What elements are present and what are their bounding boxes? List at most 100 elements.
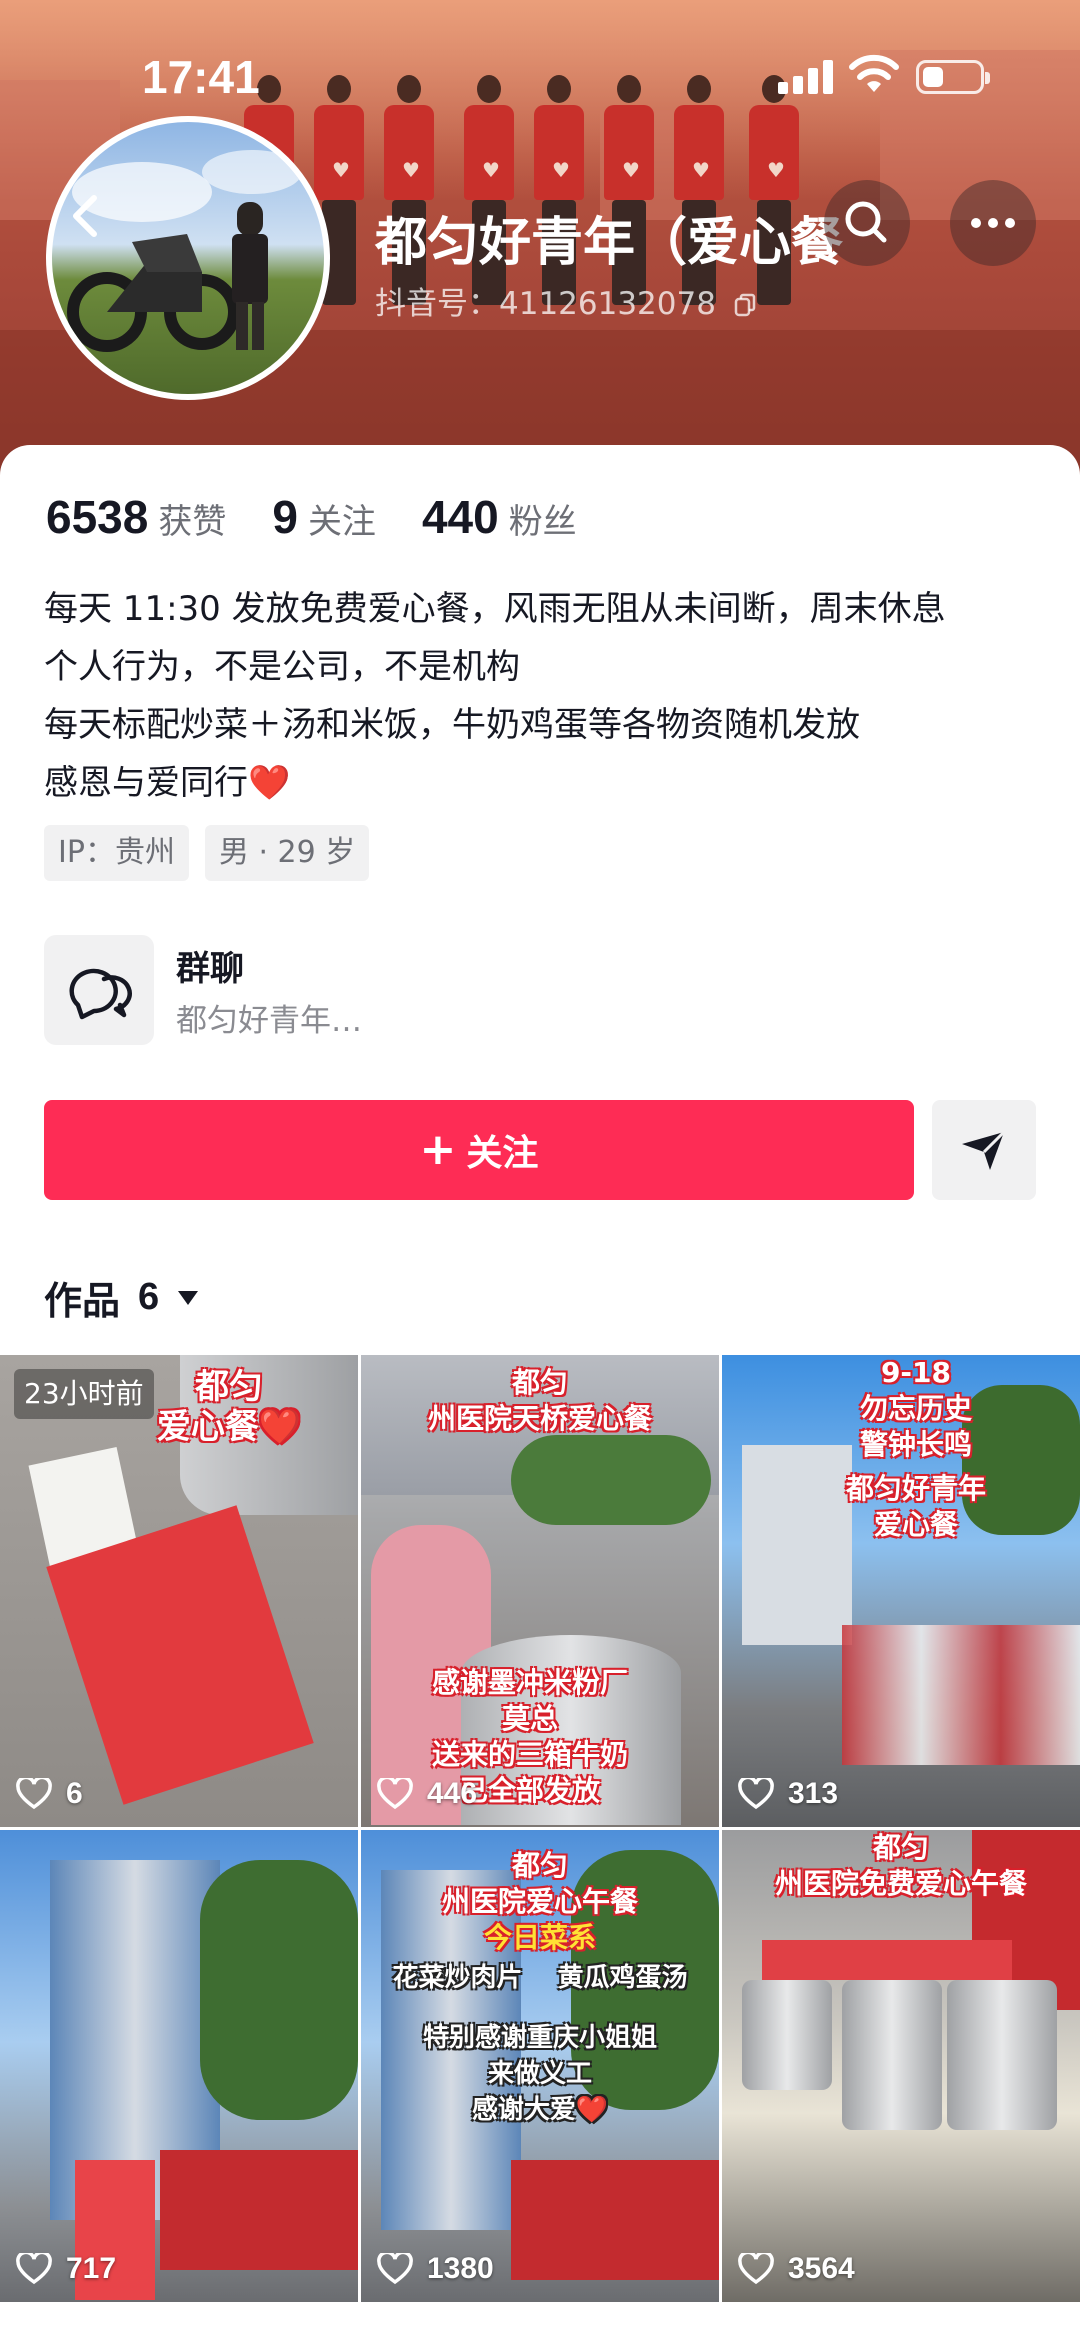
thumb-red-tricycle	[160, 2150, 358, 2270]
follow-button[interactable]: + 关注	[44, 1100, 914, 1200]
video-caption: 都匀 州医院免费爱心午餐	[722, 1830, 1080, 1902]
copy-icon[interactable]	[734, 293, 756, 317]
heart-outline-icon	[377, 2253, 413, 2285]
video-caption-line: 都匀	[511, 1366, 568, 1399]
menu-items: 花菜炒肉片 黄瓜鸡蛋汤	[361, 1960, 719, 1996]
group-chat-title: 群聊	[176, 949, 244, 989]
status-time: 17:41	[142, 51, 260, 103]
profile-bio: 每天 11:30 发放免费爱心餐，风雨无阻从未间断，周末休息 个人行为，不是公司…	[44, 580, 1044, 812]
video-caption-line: 警钟长鸣	[859, 1428, 972, 1461]
video-caption-line: 州医院天桥爱心餐	[427, 1402, 652, 1435]
search-button[interactable]	[824, 180, 910, 266]
video-thumbnail[interactable]: 23小时前 都匀 爱心餐❤️ 6	[0, 1355, 358, 1827]
caret-down-icon	[178, 1290, 199, 1305]
video-likes-count: 313	[788, 1777, 839, 1810]
video-likes-count: 446	[427, 1777, 478, 1810]
video-caption-line: 勿忘历史	[859, 1392, 972, 1425]
heart-outline-icon	[377, 1778, 413, 1810]
search-icon	[845, 201, 887, 243]
heart-outline-icon	[738, 1778, 774, 1810]
video-caption-line: 莫总	[501, 1702, 558, 1735]
video-caption: 9-18 勿忘历史 警钟长鸣 都匀好青年 爱心餐	[737, 1355, 1080, 1543]
video-caption-line: 感谢墨冲米粉厂	[431, 1666, 628, 1699]
profile-name: 都匀好青年（爱心餐	[375, 213, 844, 273]
thumb-crowd	[842, 1625, 1080, 1765]
video-thumbnail[interactable]: 都匀 州医院天桥爱心餐 感谢墨冲米粉厂 莫总 送来的三箱牛奶 已全部发放 446	[361, 1355, 719, 1827]
back-arrow-icon[interactable]	[50, 180, 122, 252]
likes-label: 获赞	[158, 502, 227, 542]
more-dots-icon	[971, 218, 1015, 228]
avatar[interactable]	[46, 116, 330, 400]
video-likes: 446	[377, 1777, 477, 1811]
video-thumbnail[interactable]: 717	[0, 1830, 358, 2302]
heart-outline-icon	[16, 2253, 52, 2285]
video-caption-line: 特别感谢重庆小姐姐	[422, 2023, 657, 2053]
group-chat-name: 都匀好青年…	[176, 1003, 362, 1039]
video-thumbnail[interactable]: 都匀 州医院免费爱心午餐 3564	[722, 1830, 1080, 2302]
following-label[interactable]: 关注	[308, 494, 376, 543]
video-likes: 313	[738, 1777, 838, 1811]
video-likes: 717	[16, 2252, 116, 2286]
heart-outline-icon	[16, 1778, 52, 1810]
video-caption: 都匀 州医院爱心午餐 今日菜系	[361, 1848, 719, 1956]
heart-outline-icon	[738, 2253, 774, 2285]
menu-item: 黄瓜鸡蛋汤	[557, 1963, 688, 1993]
group-chat-entry[interactable]: 群聊 都匀好青年…	[44, 935, 944, 1047]
group-chat-icon	[44, 935, 154, 1045]
video-caption-line: 都匀	[872, 1831, 929, 1864]
thumb-steel-pot	[947, 1980, 1057, 2130]
thumb-trees	[200, 1860, 358, 2120]
followers-label[interactable]: 粉丝	[509, 494, 577, 543]
profile-stats: 6538 获赞 9 关注 440 粉丝	[46, 490, 623, 550]
video-caption-line: 都匀好青年	[845, 1472, 986, 1505]
video-likes-count: 3564	[788, 2252, 855, 2285]
video-caption-line: 爱心餐❤️	[156, 1407, 302, 1447]
menu-title: 今日菜系	[483, 1921, 596, 1954]
video-likes: 3564	[738, 2252, 855, 2286]
video-thumbnail[interactable]: 9-18 勿忘历史 警钟长鸣 都匀好青年 爱心餐 313	[722, 1355, 1080, 1827]
followers-count[interactable]: 440	[422, 490, 499, 544]
ip-location-tag: IP：贵州	[44, 825, 189, 881]
likes-count: 6538	[46, 491, 149, 543]
video-caption-line: 感谢大爱❤️	[471, 2095, 609, 2125]
bio-line: 个人行为，不是公司，不是机构	[44, 647, 520, 687]
works-count: 6	[138, 1276, 160, 1318]
follow-label: 关注	[466, 1133, 539, 1174]
video-caption: 都匀 州医院天桥爱心餐	[361, 1365, 719, 1437]
heart-emoji-icon: ❤️	[248, 763, 291, 803]
gender-age-tag: 男 · 29 岁	[204, 825, 370, 881]
video-thumbnail[interactable]: 都匀 州医院爱心午餐 今日菜系 花菜炒肉片 黄瓜鸡蛋汤 特别感谢重庆小姐姐 来做…	[361, 1830, 719, 2302]
video-caption-line: 州医院免费爱心午餐	[774, 1867, 1027, 1900]
douyin-id[interactable]: 抖音号：41126132078	[375, 278, 756, 323]
avatar-motorbike-image	[67, 150, 302, 352]
video-caption: 都匀 爱心餐❤️	[50, 1367, 358, 1447]
thumb-banner	[762, 1940, 1012, 1980]
bio-line: 每天 11:30 发放免费爱心餐，风雨无阻从未间断，周末休息	[44, 589, 946, 629]
video-caption-line: 9-18	[880, 1356, 952, 1389]
video-likes-count: 1380	[427, 2252, 494, 2285]
bio-text: 感恩与爱同行	[44, 763, 248, 803]
video-caption-line: 都匀	[195, 1367, 263, 1407]
video-caption-line: 送来的三箱牛奶	[431, 1738, 628, 1771]
thumb-trees	[511, 1435, 711, 1525]
video-caption-bottom: 特别感谢重庆小姐姐 来做义工 感谢大爱❤️	[361, 2020, 719, 2128]
video-caption-line: 来做义工	[487, 2059, 592, 2089]
battery-icon	[916, 60, 990, 94]
plus-icon: +	[419, 1124, 457, 1175]
bio-line-last: 感恩与爱同行❤️	[44, 754, 1044, 812]
works-tab[interactable]: 作品 6	[44, 1270, 199, 1325]
video-caption-line: 州医院爱心午餐	[441, 1885, 638, 1918]
menu-item: 花菜炒肉片	[392, 1963, 523, 1993]
video-caption-line: 都匀	[511, 1849, 568, 1882]
thumb-red-tricycle	[511, 2160, 719, 2280]
profile-tags: IP：贵州 男 · 29 岁	[44, 825, 385, 881]
cellular-signal-icon	[778, 58, 834, 94]
following-count[interactable]: 9	[272, 490, 298, 544]
video-caption-line: 爱心餐	[873, 1508, 958, 1541]
video-likes: 1380	[377, 2252, 494, 2286]
wifi-icon	[849, 54, 899, 92]
more-button[interactable]	[950, 180, 1036, 266]
video-likes-count: 717	[66, 2252, 117, 2285]
bio-line: 每天标配炒菜＋汤和米饭，牛奶鸡蛋等各物资随机发放	[44, 705, 860, 745]
share-button[interactable]	[932, 1100, 1036, 1200]
